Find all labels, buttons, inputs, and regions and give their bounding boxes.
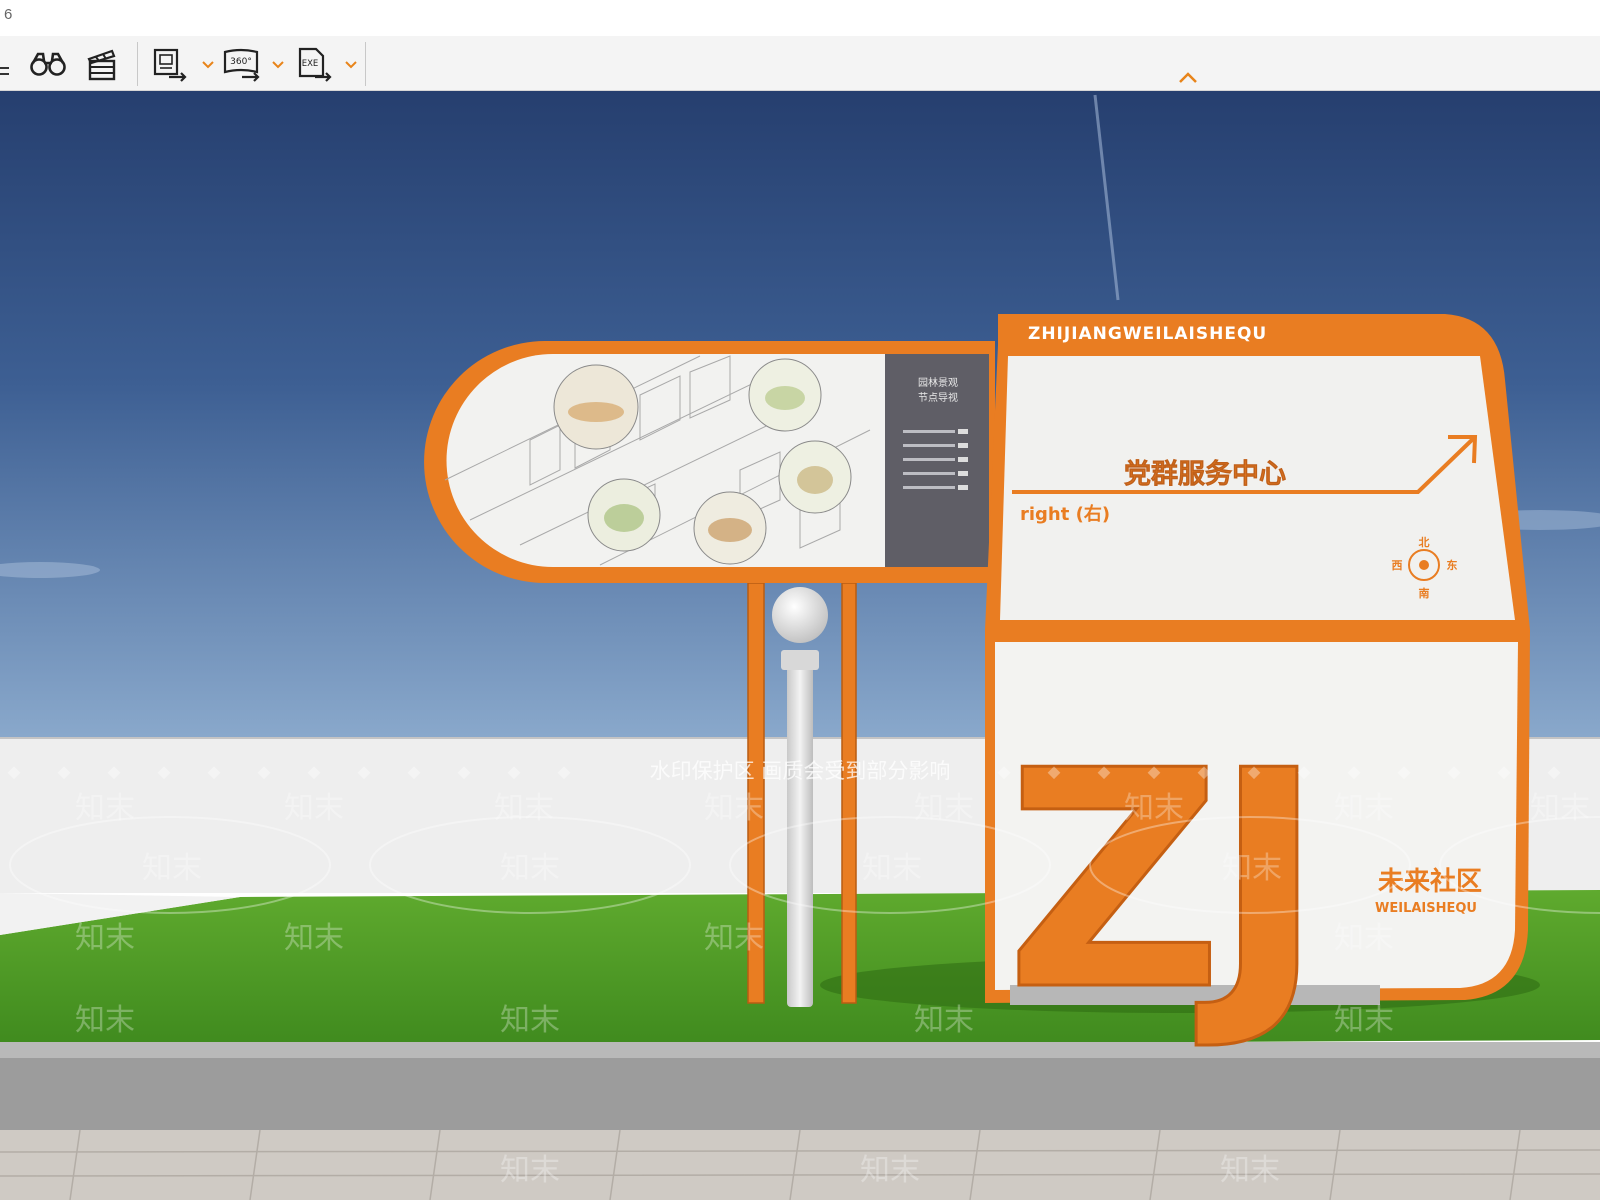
binoculars-button[interactable] (28, 44, 68, 84)
watermark-mark: 知末 (1334, 1003, 1394, 1038)
toolbar-separator (137, 42, 138, 86)
watermark-mark: 知末 (500, 851, 560, 886)
watermark-mark: 知末 (1530, 791, 1590, 826)
watermark-mark: 知末 (75, 1003, 135, 1038)
watermark-mark: 知末 (1220, 1153, 1280, 1188)
chevron-up-icon (1179, 72, 1197, 83)
watermark-notice: 水印保护区 画质会受到部分影响 (650, 759, 951, 783)
watermark-mark: 知末 (75, 921, 135, 956)
compass-west: 西 (1392, 559, 1403, 572)
watermark-mark: 知末 (284, 921, 344, 956)
export-exe-button[interactable]: EXE (294, 44, 334, 84)
export-exe-badge: EXE (302, 59, 319, 69)
window-title-fragment: 6 (4, 6, 13, 23)
toolbar-separator (365, 42, 366, 86)
paving (0, 1130, 1600, 1200)
compass-east: 东 (1447, 558, 1458, 572)
watermark-mark: 知末 (284, 791, 344, 826)
watermark-mark: 知末 (1124, 791, 1184, 826)
road-edge (0, 1058, 1600, 1130)
watermark-mark: 知末 (500, 1153, 560, 1188)
watermark-mark: 知末 (862, 851, 922, 886)
export-image-button[interactable] (150, 44, 190, 84)
watermark-mark: 知末 (704, 921, 764, 956)
window-titlebar: 6 (0, 0, 1600, 36)
render-viewport[interactable]: 园林景观 节点导视 ZHIJIANGWEILAISHEQU 党群服务中心 rig… (0, 91, 1600, 1200)
animation-button[interactable] (82, 44, 122, 84)
logo-en-text: WEILAISHEQU (1375, 901, 1477, 916)
chevron-down-icon (345, 61, 357, 69)
watermark-mark: 知末 (142, 851, 202, 886)
watermark-mark: 知末 (500, 1003, 560, 1038)
watermark-mark: 知末 (704, 791, 764, 826)
curb (0, 1042, 1600, 1058)
lamp-globe (772, 587, 828, 643)
sign-leg-right (841, 582, 857, 1004)
export-360-button[interactable]: 360° (222, 44, 262, 84)
clapperboard-icon (87, 49, 116, 81)
map-panel-title-2: 节点导视 (918, 391, 958, 404)
export-exe-dropdown[interactable] (344, 54, 358, 72)
export-image-dropdown[interactable] (201, 54, 215, 72)
export-image-icon (153, 48, 187, 82)
export-360-badge: 360° (230, 57, 252, 67)
scene-render: 园林景观 节点导视 ZHIJIANGWEILAISHEQU 党群服务中心 rig… (0, 91, 1600, 1200)
map-panel-title-1: 园林景观 (918, 376, 958, 389)
export-360-dropdown[interactable] (271, 54, 285, 72)
watermark-mark: 知末 (494, 791, 554, 826)
compass-south: 南 (1419, 586, 1430, 600)
watermark-mark: 知末 (914, 791, 974, 826)
binoculars-icon (30, 52, 66, 76)
toolbar: 360° EXE (0, 36, 1600, 91)
watermark-mark: 知末 (75, 791, 135, 826)
watermark-mark: 知末 (914, 1003, 974, 1038)
export-exe-icon: EXE (298, 47, 332, 82)
direction-sub-label: right (右) (1020, 503, 1110, 525)
destination-label: 党群服务中心 (1124, 459, 1286, 490)
compass-north: 北 (1419, 535, 1430, 549)
export-360-icon: 360° (223, 48, 260, 82)
lamp-pole (787, 662, 813, 1007)
partial-icon (0, 67, 9, 75)
watermark-mark: 知末 (1334, 921, 1394, 956)
watermark-mark: 知末 (1222, 851, 1282, 886)
watermark-mark: 知末 (860, 1153, 920, 1188)
chevron-down-icon (202, 61, 214, 69)
chevron-down-icon (272, 61, 284, 69)
collapse-toolbar-button[interactable] (1176, 70, 1200, 86)
watermark-mark: 知末 (1334, 791, 1394, 826)
header-band-text: ZHIJIANGWEILAISHEQU (1028, 324, 1267, 344)
